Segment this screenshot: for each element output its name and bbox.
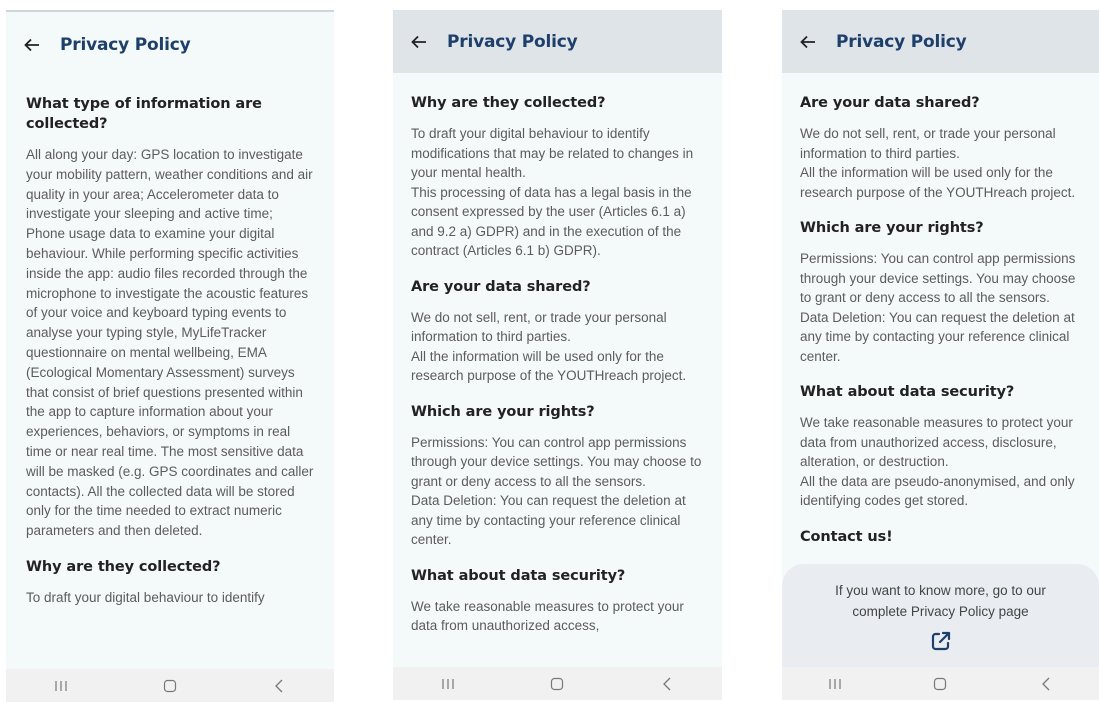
home-icon[interactable] (537, 672, 577, 696)
section-body: We take reasonable measures to protect y… (411, 598, 684, 634)
external-link-icon[interactable] (930, 630, 952, 652)
phone-screen-3: Privacy Policy Are your data shared? We … (782, 10, 1099, 700)
section-heading: Why are they collected? (26, 558, 221, 575)
page-title: Privacy Policy (60, 35, 191, 55)
recent-apps-icon[interactable] (815, 672, 855, 696)
chevron-left-icon[interactable] (1026, 672, 1066, 696)
section-heading: Contact us! (800, 528, 893, 545)
policy-content: Why are they collected? To draft your di… (393, 73, 722, 636)
arrow-left-icon[interactable] (409, 32, 429, 52)
arrow-left-icon[interactable] (798, 32, 818, 52)
phone-screen-2: Privacy Policy Why are they collected? T… (393, 10, 722, 700)
home-icon[interactable] (150, 674, 190, 698)
system-nav-bar (782, 667, 1099, 700)
section-heading: Which are your rights? (800, 220, 984, 236)
policy-content: What type of information are collected? … (6, 78, 334, 608)
page-title: Privacy Policy (447, 31, 578, 52)
chevron-left-icon[interactable] (647, 672, 687, 696)
recent-apps-icon[interactable] (428, 672, 468, 696)
section-body: We do not sell, rent, or trade your pers… (411, 309, 687, 384)
section-body: To draft your digital behaviour to ident… (411, 126, 694, 258)
app-bar: Privacy Policy (6, 12, 334, 78)
app-bar: Privacy Policy (782, 10, 1099, 73)
section-heading: Are your data shared? (411, 278, 591, 295)
app-bar: Privacy Policy (393, 10, 722, 73)
page-title: Privacy Policy (836, 31, 967, 52)
section-body: We take reasonable measures to protect y… (800, 415, 1075, 508)
recent-apps-icon[interactable] (41, 674, 81, 698)
section-body: All along your day: GPS location to inve… (26, 147, 314, 539)
section-body: Permissions: You can control app permiss… (411, 434, 702, 548)
more-info-text: If you want to know more, go to our comp… (835, 583, 1046, 619)
section-body: Permissions: You can control app permiss… (800, 251, 1076, 364)
policy-content: Are your data shared? We do not sell, re… (782, 73, 1099, 547)
section-heading: Why are they collected? (411, 95, 606, 111)
phone-screen-1: Privacy Policy What type of information … (6, 10, 334, 702)
section-heading: What type of information are collected? (26, 96, 262, 132)
home-icon[interactable] (920, 672, 960, 696)
more-info-card: If you want to know more, go to our comp… (782, 564, 1099, 667)
section-body: We do not sell, rent, or trade your pers… (800, 126, 1076, 200)
section-heading: Which are your rights? (411, 403, 595, 420)
section-heading: Are your data shared? (800, 95, 980, 111)
arrow-left-icon[interactable] (22, 35, 42, 55)
section-heading: What about data security? (800, 384, 1015, 400)
system-nav-bar (393, 667, 722, 700)
section-body: To draft your digital behaviour to ident… (26, 589, 265, 605)
chevron-left-icon[interactable] (259, 674, 299, 698)
system-nav-bar (6, 669, 334, 702)
section-heading: What about data security? (411, 567, 626, 584)
